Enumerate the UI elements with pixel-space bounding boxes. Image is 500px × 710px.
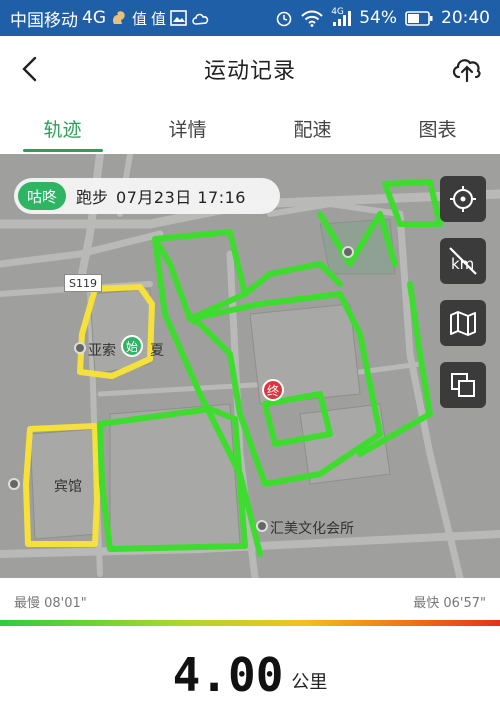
- cloud-icon: [191, 11, 210, 26]
- page-title: 运动记录: [203, 59, 296, 84]
- end-marker[interactable]: 终: [262, 379, 284, 401]
- map-label-hotel: 宾馆: [54, 479, 82, 495]
- distance-value: 4.00: [172, 648, 284, 702]
- map-label-building: 亚索: [88, 343, 116, 359]
- squirrel-icon: [110, 9, 128, 27]
- road-shield: S119: [64, 274, 102, 292]
- tab-bar: 轨迹 详情 配速 图表: [0, 102, 500, 154]
- carrier-name: 中国移动: [10, 10, 78, 31]
- poi-icon: [256, 520, 268, 532]
- pace-gradient-bar: [0, 620, 500, 626]
- map-icon: [450, 311, 476, 336]
- app-header: 运动记录: [0, 36, 500, 102]
- crosshair-icon: [450, 186, 476, 212]
- cloud-upload-icon: [452, 59, 481, 83]
- pace-legend: 最慢 08'01" 最快 06'57": [0, 578, 500, 642]
- back-button[interactable]: [16, 54, 46, 84]
- toggle-km-button[interactable]: km: [440, 238, 486, 284]
- tab-track[interactable]: 轨迹: [0, 102, 125, 154]
- poi-icon: [8, 478, 20, 490]
- tab-details[interactable]: 详情: [125, 102, 250, 154]
- map-label-building-suffix: 夏: [150, 343, 164, 359]
- battery-percent: 54%: [359, 8, 397, 28]
- alarm-icon: [275, 9, 293, 27]
- image-icon: [170, 10, 187, 26]
- track-segment-fast: [382, 179, 443, 227]
- poi-icon: [74, 342, 86, 354]
- chevron-left-icon: [22, 56, 37, 82]
- pace-fastest: 最快 06'57": [413, 596, 486, 611]
- poi-icon: [342, 246, 354, 258]
- activity-type: 跑步: [76, 188, 109, 207]
- activity-datetime: 07月23日 17:16: [116, 188, 246, 207]
- app-badge-2: 值: [151, 9, 167, 28]
- map-road: [76, 154, 104, 288]
- route-map[interactable]: S119 亚索 夏 宾馆 汇美文化会所 始 终 咕咚 跑步 07月23日 17:…: [0, 154, 500, 578]
- clock-time: 20:40: [441, 8, 490, 28]
- network-type: 4G: [82, 8, 106, 28]
- battery-icon: [405, 10, 433, 26]
- map-road: [0, 230, 164, 268]
- track-segment-fast: [242, 261, 343, 297]
- layers-icon: [451, 373, 475, 397]
- status-bar: 中国移动 4G 值 值 4G 54% 20:40: [0, 0, 500, 36]
- map-label-club: 汇美文化会所: [270, 521, 354, 537]
- locate-button[interactable]: [440, 176, 486, 222]
- map-background: [0, 154, 500, 578]
- pace-slowest: 最慢 08'01": [14, 596, 87, 611]
- distance-summary: 4.00 公里: [0, 642, 500, 710]
- map-block: [109, 403, 241, 550]
- tab-charts[interactable]: 图表: [375, 102, 500, 154]
- tab-pace[interactable]: 配速: [250, 102, 375, 154]
- distance-unit: 公里: [291, 672, 328, 693]
- km-marker-off-icon: km: [449, 247, 477, 275]
- brand-badge: 咕咚: [18, 182, 67, 210]
- upload-button[interactable]: [450, 52, 484, 86]
- wifi-icon: [301, 10, 323, 27]
- layers-button[interactable]: [440, 362, 486, 408]
- signal-label: 4G: [331, 7, 344, 17]
- activity-info-pill: 咕咚 跑步 07月23日 17:16: [14, 178, 280, 214]
- cellular-signal-icon: 4G: [331, 7, 352, 27]
- start-marker[interactable]: 始: [121, 335, 143, 357]
- app-badge-1: 值: [132, 9, 148, 28]
- map-type-button[interactable]: [440, 300, 486, 346]
